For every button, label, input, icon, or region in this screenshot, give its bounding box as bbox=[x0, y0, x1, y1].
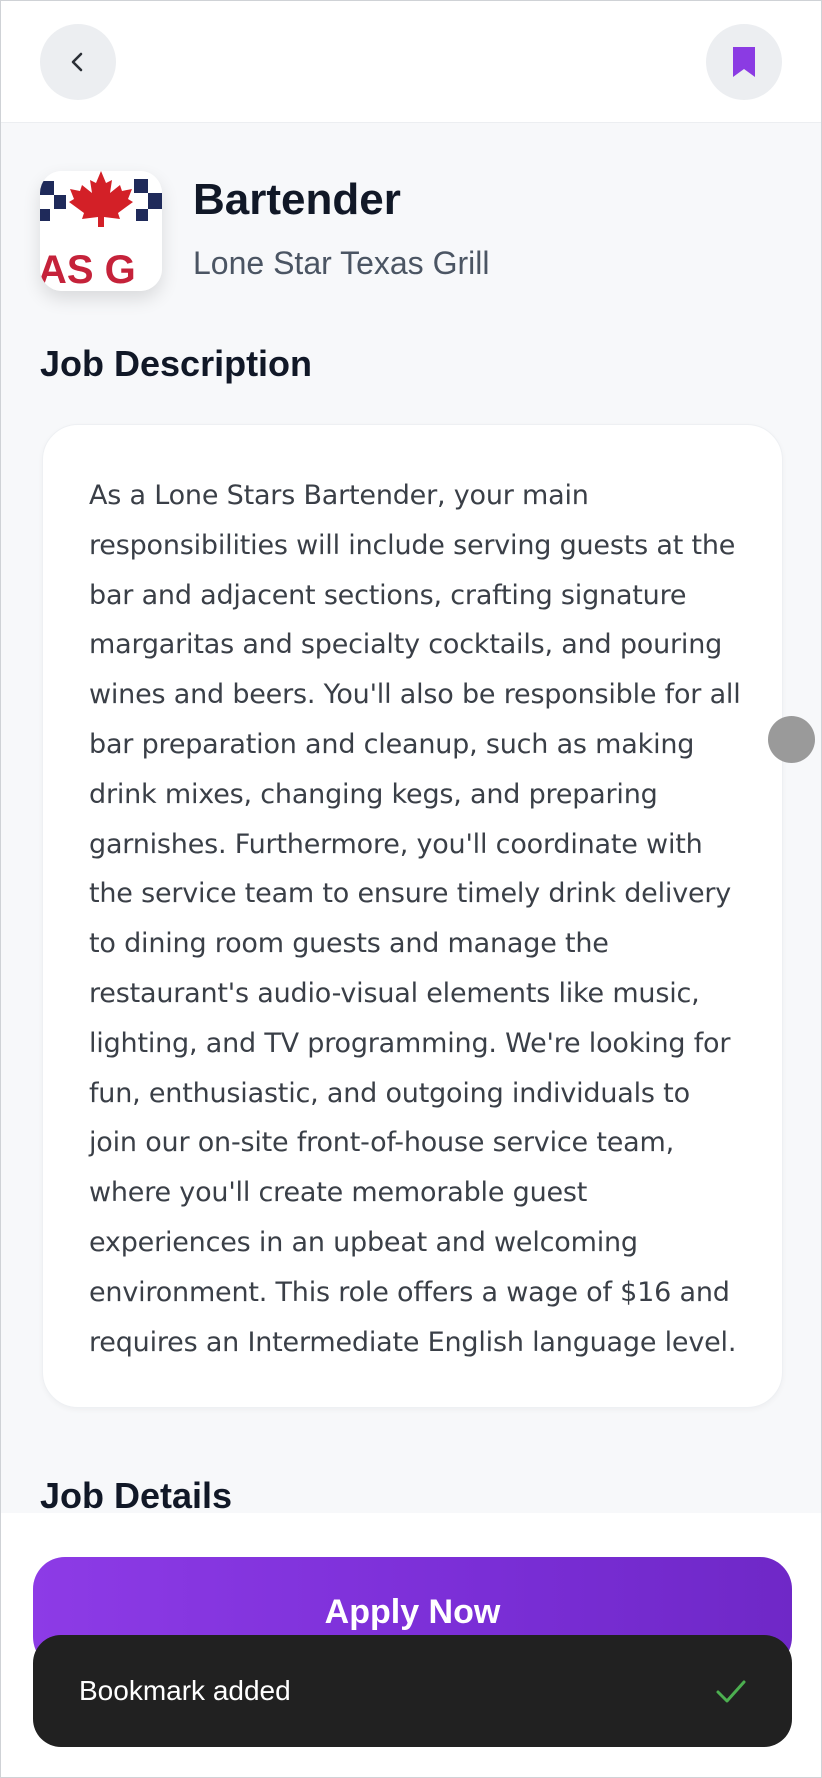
bookmark-icon bbox=[733, 47, 755, 77]
job-header: AS G Bartender Lone Star Texas Grill bbox=[40, 171, 782, 291]
bookmark-button[interactable] bbox=[706, 24, 782, 100]
back-button[interactable] bbox=[40, 24, 116, 100]
job-title: Bartender bbox=[193, 175, 401, 224]
job-details-heading: Job Details bbox=[40, 1475, 233, 1516]
bookmark-toast: Bookmark added bbox=[33, 1635, 792, 1747]
logo-text: AS G bbox=[40, 248, 136, 291]
job-detail-screen: AS G Bartender Lone Star Texas Grill Job… bbox=[0, 0, 822, 1778]
company-logo: AS G bbox=[40, 171, 162, 291]
chevron-left-icon bbox=[71, 52, 83, 72]
company-name: Lone Star Texas Grill bbox=[193, 245, 490, 281]
job-description-card: As a Lone Stars Bartender, your main res… bbox=[42, 424, 783, 1408]
job-description-text: As a Lone Stars Bartender, your main res… bbox=[89, 480, 741, 1358]
job-description-heading: Job Description bbox=[40, 343, 313, 384]
toast-message: Bookmark added bbox=[79, 1675, 291, 1706]
scroll-indicator[interactable] bbox=[768, 716, 815, 763]
check-icon bbox=[716, 1680, 746, 1703]
top-bar bbox=[1, 1, 821, 123]
